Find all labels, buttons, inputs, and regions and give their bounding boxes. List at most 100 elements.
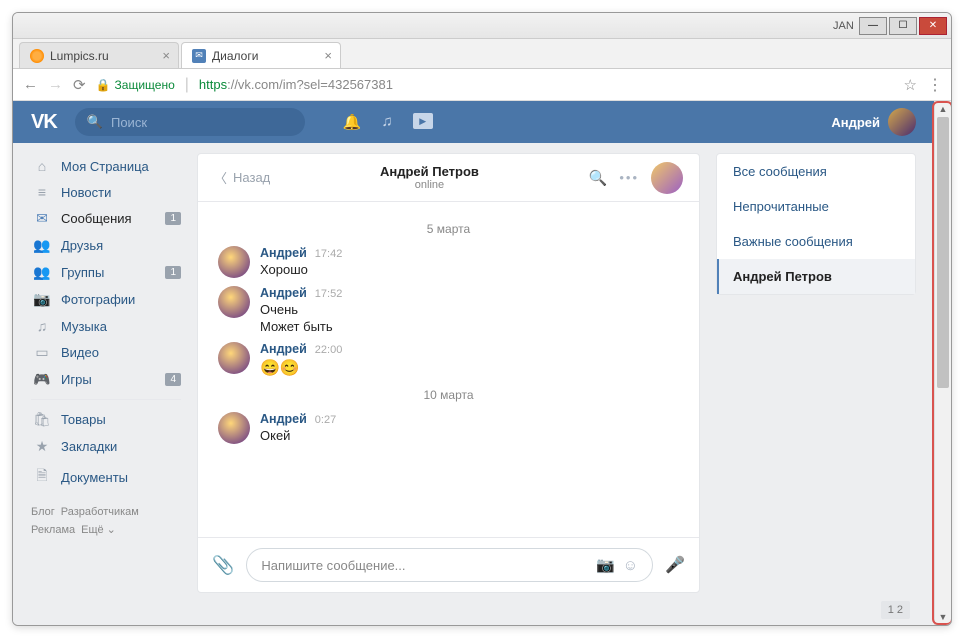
titlebar-label: JAN bbox=[833, 20, 854, 32]
emoji-icon[interactable]: ☺ bbox=[623, 557, 638, 574]
chat-more-icon[interactable]: ••• bbox=[619, 170, 639, 185]
reload-icon[interactable]: ⟳ bbox=[73, 76, 86, 94]
footer-links: Блог Разработчикам Реклама Ещё ⌄ bbox=[31, 504, 181, 539]
header-user[interactable]: Андрей bbox=[831, 108, 916, 136]
sidebar-item-news[interactable]: ≡Новости bbox=[31, 179, 181, 205]
groups-icon: 👥 bbox=[33, 264, 51, 281]
message-text: Очень bbox=[260, 302, 342, 317]
avatar[interactable] bbox=[218, 412, 250, 444]
sidebar-item-documents[interactable]: 🗎Документы bbox=[31, 460, 181, 494]
vk-header: VK 🔍 Поиск 🔔 ♫ ▶ Андрей bbox=[13, 101, 934, 143]
sidebar-item-bookmarks[interactable]: ★Закладки bbox=[31, 433, 181, 460]
filter-unread[interactable]: Непрочитанные bbox=[717, 189, 915, 224]
filter-important[interactable]: Важные сообщения bbox=[717, 224, 915, 259]
message-text: Хорошо bbox=[260, 262, 342, 277]
chat-body[interactable]: 5 марта Андрей17:42 Хорошо Андрей17:52 О… bbox=[198, 202, 699, 537]
mic-icon[interactable]: 🎤 bbox=[665, 555, 685, 575]
message: Андрей22:00 😄😊 bbox=[218, 342, 679, 378]
sidebar-item-games[interactable]: 🎮Игры4 bbox=[31, 366, 181, 393]
date-separator: 5 марта bbox=[218, 222, 679, 236]
back-icon[interactable]: ← bbox=[23, 76, 38, 93]
avatar[interactable] bbox=[218, 246, 250, 278]
filter-panel: Все сообщения Непрочитанные Важные сообщ… bbox=[716, 153, 916, 295]
sidebar-item-groups[interactable]: 👥Группы1 bbox=[31, 259, 181, 286]
friends-icon: 👥 bbox=[33, 237, 51, 254]
sidebar-item-friends[interactable]: 👥Друзья bbox=[31, 232, 181, 259]
avatar[interactable] bbox=[218, 286, 250, 318]
feed-icon: ≡ bbox=[33, 184, 51, 200]
message: Андрей0:27 Окей bbox=[218, 412, 679, 444]
sidebar-item-market[interactable]: 🛍Товары bbox=[31, 406, 181, 433]
attach-icon[interactable]: 📎 bbox=[212, 555, 234, 576]
chat-input-bar: 📎 Напишите сообщение... 📷 ☺ 🎤 bbox=[198, 537, 699, 592]
vk-logo[interactable]: VK bbox=[31, 111, 57, 134]
message-input[interactable]: Напишите сообщение... 📷 ☺ bbox=[246, 548, 653, 582]
message-author[interactable]: Андрей bbox=[260, 246, 307, 260]
search-in-chat-icon[interactable]: 🔍 bbox=[589, 169, 608, 187]
url-field[interactable]: https://vk.com/im?sel=432567381 bbox=[199, 77, 894, 92]
back-button[interactable]: 〈Назад bbox=[214, 168, 270, 187]
window-titlebar: JAN — ☐ ✕ bbox=[13, 13, 951, 39]
home-icon: ⌂ bbox=[33, 158, 51, 174]
sidebar-item-messages[interactable]: ✉Сообщения1 bbox=[31, 205, 181, 232]
tab-dialogs[interactable]: ✉ Диалоги × bbox=[181, 42, 341, 68]
address-bar: ← → ⟳ 🔒 Защищено | https://vk.com/im?sel… bbox=[13, 69, 951, 101]
message-text: Окей bbox=[260, 428, 336, 443]
footer-blog[interactable]: Блог bbox=[31, 506, 55, 518]
sidebar-item-photos[interactable]: 📷Фотографии bbox=[31, 286, 181, 313]
chat-title[interactable]: Андрей Петров bbox=[282, 164, 576, 179]
tab-title: Lumpics.ru bbox=[50, 49, 109, 63]
search-input[interactable]: 🔍 Поиск bbox=[75, 108, 305, 136]
notifications-icon[interactable]: 🔔 bbox=[343, 113, 362, 131]
message-author[interactable]: Андрей bbox=[260, 342, 307, 356]
message-text: Может быть bbox=[260, 319, 342, 334]
scrollbar[interactable]: ▲ ▼ bbox=[934, 101, 951, 625]
date-separator: 10 марта bbox=[218, 388, 679, 402]
filter-contact[interactable]: Андрей Петров bbox=[717, 259, 915, 294]
filter-all[interactable]: Все сообщения bbox=[717, 154, 915, 189]
favicon-icon bbox=[30, 49, 44, 63]
music-icon: ♫ bbox=[33, 318, 51, 334]
message-author[interactable]: Андрей bbox=[260, 412, 307, 426]
secure-badge[interactable]: 🔒 Защищено bbox=[96, 78, 175, 92]
sidebar-item-video[interactable]: ▭Видео bbox=[31, 339, 181, 366]
scroll-up-icon[interactable]: ▲ bbox=[935, 101, 951, 117]
close-button[interactable]: ✕ bbox=[919, 17, 947, 35]
close-tab-icon[interactable]: × bbox=[324, 48, 332, 63]
tab-title: Диалоги bbox=[212, 49, 258, 63]
footer-ads[interactable]: Реклама bbox=[31, 524, 75, 536]
messages-icon: ✉ bbox=[33, 210, 51, 227]
scroll-down-icon[interactable]: ▼ bbox=[935, 609, 951, 625]
favicon-icon: ✉ bbox=[192, 49, 206, 63]
footer-more[interactable]: Ещё ⌄ bbox=[81, 524, 116, 536]
sidebar-item-music[interactable]: ♫Музыка bbox=[31, 313, 181, 339]
tab-lumpics[interactable]: Lumpics.ru × bbox=[19, 42, 179, 68]
play-icon[interactable]: ▶ bbox=[413, 113, 433, 129]
forward-icon[interactable]: → bbox=[48, 76, 63, 93]
maximize-button[interactable]: ☐ bbox=[889, 17, 917, 35]
sidebar-item-mypage[interactable]: ⌂Моя Страница bbox=[31, 153, 181, 179]
close-tab-icon[interactable]: × bbox=[162, 48, 170, 63]
star-icon: ★ bbox=[33, 438, 51, 455]
chat-header: 〈Назад Андрей Петров online 🔍 ••• bbox=[198, 154, 699, 202]
avatar bbox=[888, 108, 916, 136]
browser-menu-icon[interactable]: ⋮ bbox=[927, 75, 941, 95]
minimize-button[interactable]: — bbox=[859, 17, 887, 35]
search-icon: 🔍 bbox=[87, 114, 103, 130]
games-icon: 🎮 bbox=[33, 371, 51, 388]
sidebar: ⌂Моя Страница ≡Новости ✉Сообщения1 👥Друз… bbox=[31, 153, 181, 593]
photo-icon[interactable]: 📷 bbox=[596, 556, 615, 574]
footer-dev[interactable]: Разработчикам bbox=[61, 506, 139, 518]
page-indicator[interactable]: 1 2 bbox=[881, 601, 910, 619]
chevron-left-icon: 〈 bbox=[214, 168, 227, 187]
scroll-thumb[interactable] bbox=[937, 117, 949, 388]
bookmark-icon[interactable]: ☆ bbox=[904, 76, 917, 94]
avatar[interactable] bbox=[218, 342, 250, 374]
music-icon[interactable]: ♫ bbox=[381, 113, 392, 131]
message: Андрей17:52 Очень Может быть bbox=[218, 286, 679, 334]
browser-tabs: Lumpics.ru × ✉ Диалоги × bbox=[13, 39, 951, 69]
message-author[interactable]: Андрей bbox=[260, 286, 307, 300]
video-icon: ▭ bbox=[33, 344, 51, 361]
camera-icon: 📷 bbox=[33, 291, 51, 308]
chat-avatar[interactable] bbox=[651, 162, 683, 194]
